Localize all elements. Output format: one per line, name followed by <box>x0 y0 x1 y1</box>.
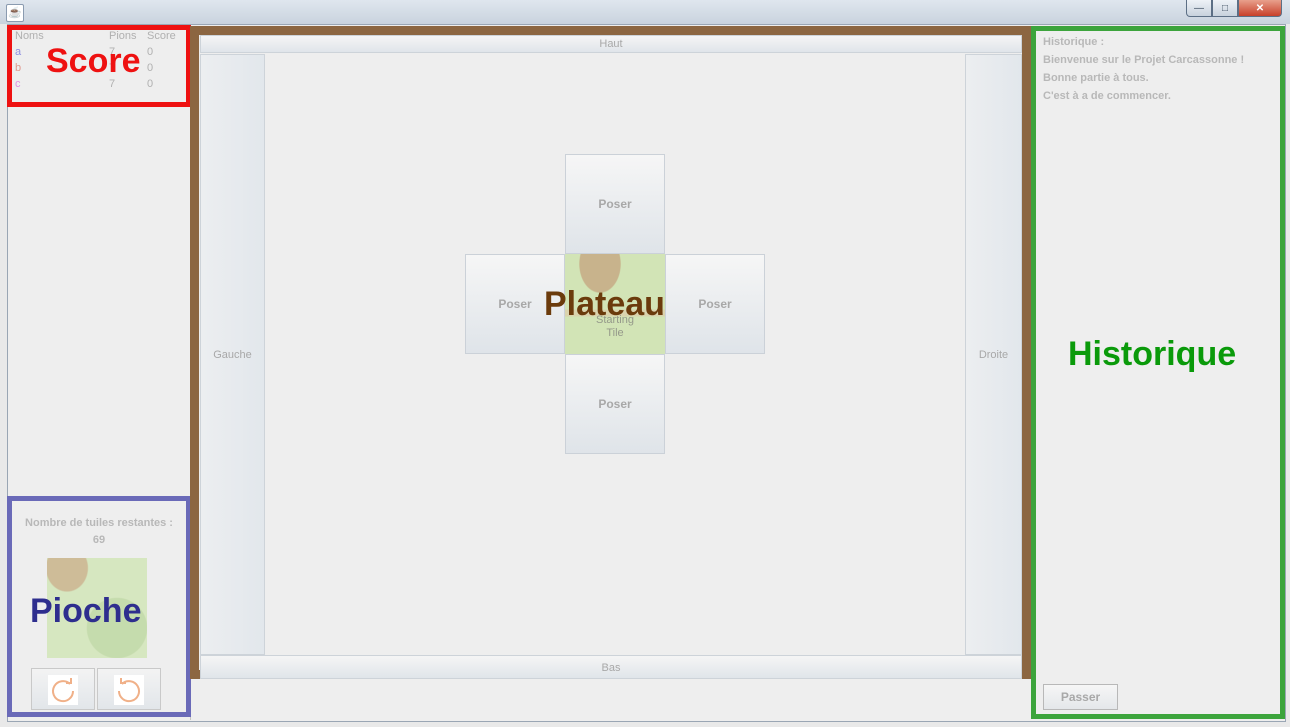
historique-panel: Historique : Bienvenue sur le Projet Car… <box>1031 26 1285 719</box>
player-score: 0 <box>147 62 154 74</box>
plateau-overlay-label: Plateau <box>544 285 665 323</box>
history-line: Historique : <box>1043 36 1105 48</box>
player-name: b <box>15 62 22 74</box>
rotate-clockwise-icon <box>48 675 78 705</box>
tiles-remaining-label: Nombre de tuiles restantes : <box>25 517 173 529</box>
history-line: Bonne partie à tous. <box>1043 72 1149 84</box>
maximize-button[interactable]: □ <box>1212 0 1238 17</box>
extend-left-button[interactable]: Gauche <box>200 54 265 655</box>
player-score: 0 <box>147 46 154 58</box>
extend-bottom-button[interactable]: Bas <box>200 655 1022 679</box>
rotate-left-button[interactable] <box>97 668 161 710</box>
extend-top-button[interactable]: Haut <box>200 35 1022 53</box>
passer-button[interactable]: Passer <box>1043 684 1118 710</box>
window-controls: — □ ✕ <box>1186 0 1282 18</box>
score-overlay-label: Score <box>46 42 141 80</box>
history-line: Bienvenue sur le Projet Carcassonne ! <box>1043 54 1245 66</box>
header-noms: Noms <box>15 30 44 42</box>
window-titlebar: ☕ — □ ✕ <box>0 0 1290 24</box>
history-line: C'est à a de commencer. <box>1043 90 1171 102</box>
historique-overlay-label: Historique <box>1068 335 1237 373</box>
rotate-counterclockwise-icon <box>114 675 144 705</box>
poser-bottom-button[interactable]: Poser <box>565 354 665 454</box>
java-icon: ☕ <box>6 4 24 22</box>
player-name: c <box>15 78 21 90</box>
header-score: Score <box>147 30 176 42</box>
player-name: a <box>15 46 22 58</box>
tiles-remaining-count: 69 <box>92 534 106 546</box>
header-pions: Pions <box>109 30 137 42</box>
poser-right-button[interactable]: Poser <box>665 254 765 354</box>
minimize-button[interactable]: — <box>1186 0 1212 17</box>
extend-right-button[interactable]: Droite <box>965 54 1022 655</box>
close-button[interactable]: ✕ <box>1238 0 1282 17</box>
player-score: 0 <box>147 78 154 90</box>
plateau-board: Haut Gauche Droite Bas Poser Poser Start… <box>190 26 1031 679</box>
rotate-right-button[interactable] <box>31 668 95 710</box>
poser-top-button[interactable]: Poser <box>565 154 665 254</box>
pioche-overlay-label: Pioche <box>30 592 142 630</box>
